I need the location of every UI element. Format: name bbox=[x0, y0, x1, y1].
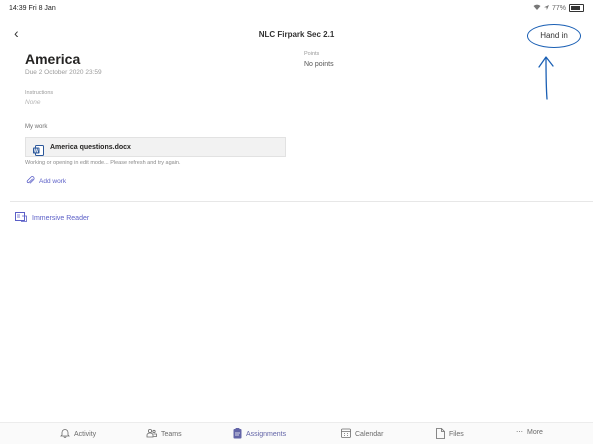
class-title: NLC Firpark Sec 2.1 bbox=[258, 30, 335, 39]
due-date: Due 2 October 2020 23:59 bbox=[25, 69, 102, 76]
tab-teams[interactable]: Teams bbox=[146, 428, 182, 440]
status-indicators: 77% bbox=[533, 4, 584, 12]
header: ‹ NLC Firpark Sec 2.1 bbox=[0, 18, 593, 46]
bottom-tab-bar: Activity Teams Assignments Calendar File… bbox=[0, 422, 593, 444]
points-label: Points bbox=[304, 51, 320, 57]
status-bar: 14:39 Fri 8 Jan 77% bbox=[0, 0, 593, 16]
tab-assignments[interactable]: Assignments bbox=[233, 428, 286, 441]
word-doc-icon: W bbox=[33, 143, 44, 161]
annotation-arrow-icon bbox=[538, 56, 554, 100]
tab-label: More bbox=[527, 428, 543, 436]
hand-in-button[interactable]: Hand in bbox=[527, 24, 581, 48]
status-time: 14:39 Fri 8 Jan bbox=[9, 5, 56, 12]
tab-calendar[interactable]: Calendar bbox=[341, 428, 383, 440]
tab-label: Files bbox=[449, 431, 464, 438]
instructions-label: Instructions bbox=[25, 90, 54, 96]
svg-text:W: W bbox=[34, 148, 39, 154]
attached-file-card[interactable]: W America questions.docx bbox=[25, 137, 286, 157]
file-name: America questions.docx bbox=[50, 144, 131, 151]
tab-label: Teams bbox=[161, 430, 182, 438]
ellipsis-icon: ⋯ bbox=[516, 429, 523, 436]
teams-icon bbox=[146, 428, 157, 440]
add-work-label: Add work bbox=[39, 178, 67, 185]
assignment-title: America bbox=[25, 51, 81, 67]
battery-percent: 77% bbox=[551, 4, 566, 12]
tab-more[interactable]: ⋯ More bbox=[516, 428, 543, 437]
wifi-icon bbox=[533, 4, 541, 12]
tab-activity[interactable]: Activity bbox=[60, 428, 96, 440]
tab-files[interactable]: Files bbox=[436, 428, 464, 441]
tab-label: Assignments bbox=[246, 431, 287, 438]
location-icon bbox=[543, 4, 549, 12]
battery-icon bbox=[569, 4, 584, 12]
status-time-value: 14:39 bbox=[9, 5, 27, 12]
immersive-reader-button[interactable]: Immersive Reader bbox=[15, 212, 89, 224]
section-divider bbox=[10, 201, 593, 202]
tab-label: Calendar bbox=[355, 430, 384, 438]
calendar-icon bbox=[341, 428, 351, 440]
immersive-reader-label: Immersive Reader bbox=[32, 214, 90, 222]
paperclip-icon bbox=[26, 176, 35, 187]
immersive-reader-icon bbox=[15, 212, 27, 224]
tab-label: Activity bbox=[74, 430, 97, 438]
bell-icon bbox=[60, 428, 70, 440]
add-work-link[interactable]: Add work bbox=[26, 176, 66, 187]
assignments-icon bbox=[233, 428, 242, 441]
file-warning: Working or opening in edit mode... Pleas… bbox=[25, 160, 181, 166]
instructions-value: None bbox=[25, 99, 41, 106]
my-work-label: My work bbox=[25, 124, 48, 130]
status-date-value: Fri 8 Jan bbox=[28, 5, 56, 12]
file-icon bbox=[436, 428, 445, 441]
points-value: No points bbox=[304, 61, 334, 68]
